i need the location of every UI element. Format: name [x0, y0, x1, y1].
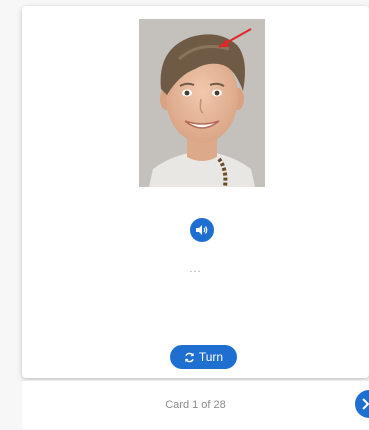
card-counter: Card 1 of 28	[165, 399, 226, 411]
card-answer-placeholder: ...	[189, 263, 202, 275]
turn-button-label: Turn	[198, 350, 224, 364]
flashcard: ... Turn	[22, 6, 369, 378]
play-audio-button[interactable]	[190, 218, 214, 242]
refresh-icon	[185, 352, 194, 362]
flashcard-page: ... Turn Card 1 of 28	[0, 0, 369, 430]
card-footer: Card 1 of 28	[22, 380, 369, 429]
chevron-right-icon	[362, 398, 369, 410]
speaker-icon	[196, 225, 208, 235]
next-card-button[interactable]	[355, 390, 369, 418]
turn-button[interactable]: Turn	[170, 345, 237, 369]
boy-portrait-image	[139, 19, 265, 187]
card-image	[139, 19, 265, 187]
